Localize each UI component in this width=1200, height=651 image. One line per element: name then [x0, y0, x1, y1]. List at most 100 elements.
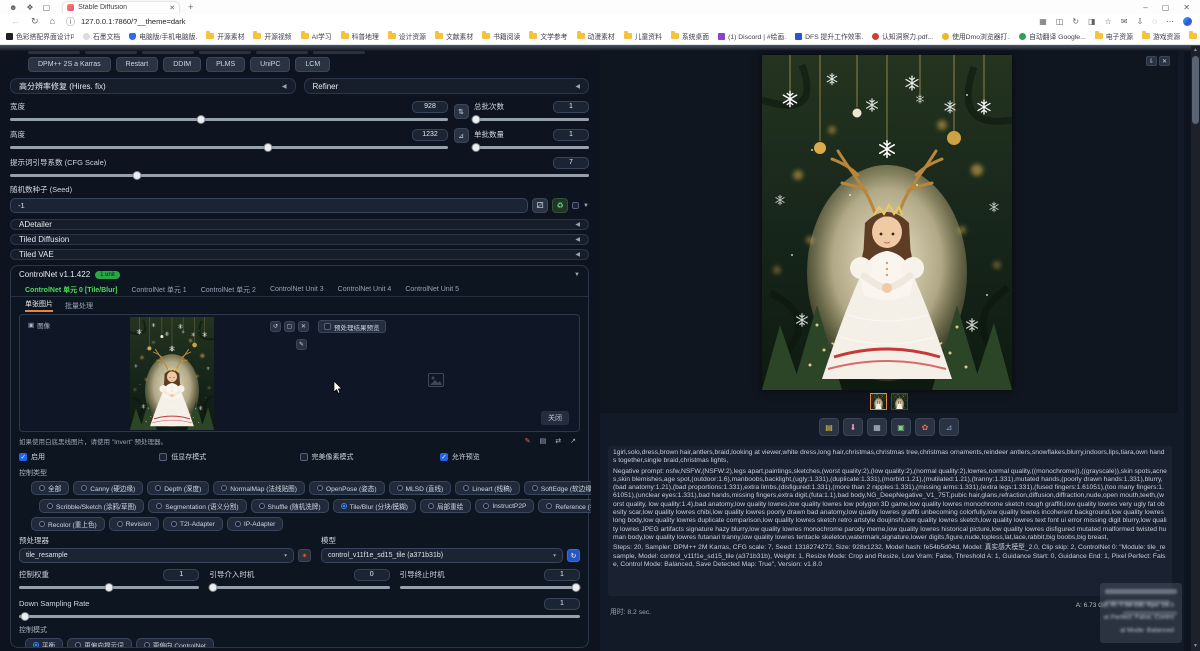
clear-image-icon[interactable]: ✕	[298, 321, 309, 332]
guidance-end-slider[interactable]	[400, 586, 580, 589]
radio-icon[interactable]	[463, 485, 469, 491]
extension-icon[interactable]: ◨	[1088, 17, 1096, 26]
open-folder-button[interactable]: ▤	[819, 418, 839, 436]
profile-icon[interactable]: ☻	[9, 3, 17, 12]
bookmark-item[interactable]: 石墨文档	[83, 31, 120, 41]
hires-fix-accordion[interactable]: 高分辨率修复 (Hires. fix) ◀	[10, 78, 296, 94]
scroll-down-icon[interactable]: ▼	[1191, 643, 1200, 649]
guidance-end-value[interactable]: 1	[544, 569, 580, 581]
reuse-seed-button[interactable]: ♻	[552, 198, 568, 213]
cfg-slider[interactable]	[10, 174, 589, 177]
sampler-button[interactable]: DDIM	[163, 57, 201, 72]
controlnet-input-image[interactable]	[130, 317, 214, 430]
tiled-diffusion-accordion[interactable]: Tiled Diffusion ◀	[10, 234, 589, 245]
control-type-option[interactable]: InstructP2P	[475, 499, 534, 513]
bookmark-item[interactable]: 设计资源	[388, 31, 426, 41]
extension-icon[interactable]: ▦	[1039, 17, 1047, 26]
option-checkbox[interactable]: 完美像素模式	[300, 451, 440, 463]
control-mode-option[interactable]: 更偏向 ControlNet	[136, 638, 214, 647]
control-mode-option[interactable]: 更偏向提示词	[67, 638, 132, 647]
bookmark-item[interactable]: 游戏资源	[1142, 31, 1180, 41]
bookmark-item[interactable]: 标题图片	[1189, 31, 1200, 41]
random-seed-button[interactable]: ⚂	[532, 198, 548, 213]
workspaces-icon[interactable]: ❖	[26, 3, 33, 12]
radio-icon[interactable]	[428, 503, 434, 509]
downsampling-value[interactable]: 1	[544, 598, 580, 610]
radio-icon[interactable]	[144, 642, 150, 647]
sampler-button[interactable]: PLMS	[206, 57, 245, 72]
control-type-option[interactable]: IP-Adapter	[227, 517, 284, 531]
swap-dimensions-button[interactable]: ⇅	[454, 104, 469, 119]
option-checkbox[interactable]: 允许预览	[440, 451, 580, 463]
control-type-option[interactable]: 全部	[31, 481, 69, 495]
controlnet-unit-tab[interactable]: ControlNet Unit 4	[338, 286, 392, 293]
run-preprocessor-button[interactable]: ✶	[298, 549, 311, 562]
controlnet-image-area[interactable]: ▣ 图像	[19, 314, 580, 432]
page-scrollbar[interactable]: ▲ ▼	[1191, 46, 1200, 651]
bookmark-item[interactable]: 文学参考	[529, 31, 567, 41]
control-weight-value[interactable]: 1	[163, 569, 199, 581]
input-mode-tab[interactable]: 单张图片	[25, 299, 53, 312]
bookmark-item[interactable]: 科普地理	[341, 31, 379, 41]
radio-icon[interactable]	[532, 485, 538, 491]
site-info-icon[interactable]: ⓘ	[66, 15, 75, 28]
address-bar[interactable]: 127.0.0.1:7860/?__theme=dark	[81, 17, 185, 26]
tiled-vae-accordion[interactable]: Tiled VAE ◀	[10, 249, 589, 260]
send-to-img2img-button[interactable]: ▣	[891, 418, 911, 436]
radio-icon[interactable]	[75, 642, 81, 647]
generated-image[interactable]	[762, 55, 1012, 390]
guidance-start-value[interactable]: 0	[354, 569, 390, 581]
scroll-up-icon[interactable]: ▲	[1191, 47, 1200, 53]
undo-icon[interactable]: ↺	[270, 321, 281, 332]
radio-icon[interactable]	[117, 521, 123, 527]
checkbox-icon[interactable]	[300, 453, 308, 461]
control-type-option[interactable]: Depth (深度)	[147, 481, 209, 495]
radio-icon[interactable]	[317, 485, 323, 491]
cfg-value[interactable]: 7	[553, 157, 589, 169]
edit-image-icon[interactable]: ✎	[296, 339, 307, 350]
control-type-option[interactable]: OpenPose (姿态)	[309, 481, 385, 495]
control-type-option[interactable]: Segmentation (语义分割)	[148, 499, 246, 513]
scrollbar-thumb[interactable]	[1192, 56, 1199, 124]
radio-icon[interactable]	[259, 503, 265, 509]
tab-close-icon[interactable]: ✕	[169, 4, 175, 12]
adetailer-accordion[interactable]: ADetailer ◀	[10, 219, 589, 230]
extension-icon[interactable]: ↻	[1072, 17, 1079, 26]
width-value[interactable]: 928	[412, 101, 448, 113]
preprocessor-preview-toggle[interactable]: 预处理结果预览	[318, 320, 386, 333]
control-type-option[interactable]: MLSD (直线)	[389, 481, 452, 495]
seed-input[interactable]: -1	[10, 198, 528, 213]
bookmark-item[interactable]: 动漫素材	[577, 31, 615, 41]
refiner-accordion[interactable]: Refiner ◀	[304, 78, 590, 94]
bookmark-item[interactable]: (1) Discord | #绘画...	[718, 31, 786, 41]
control-type-option[interactable]: Canny (硬边缘)	[73, 481, 143, 495]
swap-icon[interactable]: ⇄	[555, 437, 561, 445]
guidance-start-slider[interactable]	[209, 586, 389, 589]
send-to-extras-button[interactable]: ⊿	[939, 418, 959, 436]
bookmark-item[interactable]: 开源视频	[253, 31, 291, 41]
batch-count-value[interactable]: 1	[553, 101, 589, 113]
control-type-option[interactable]: T2I-Adapter	[163, 517, 223, 531]
radio-icon[interactable]	[171, 521, 177, 527]
batch-size-value[interactable]: 1	[553, 129, 589, 141]
extension-icon[interactable]: ⇩	[1137, 17, 1144, 26]
bookmark-item[interactable]: 系统桌面	[671, 31, 709, 41]
controlnet-unit-tab[interactable]: ControlNet 单元 1	[131, 285, 186, 295]
home-icon[interactable]: ⌂	[50, 16, 55, 26]
bookmark-item[interactable]: 儿童资料	[624, 31, 662, 41]
radio-icon[interactable]	[39, 485, 45, 491]
input-mode-tab[interactable]: 批量处理	[65, 301, 93, 311]
extension-icon[interactable]: ✉	[1121, 17, 1128, 26]
bookmark-item[interactable]: 电子资源	[1095, 31, 1133, 41]
controlnet-unit-tab[interactable]: ControlNet Unit 5	[405, 286, 459, 293]
refresh-icon[interactable]: ↻	[31, 16, 39, 27]
sampler-button[interactable]: UniPC	[250, 57, 290, 72]
browser-tab[interactable]: Stable Diffusion ✕	[62, 1, 180, 13]
bookmark-item[interactable]: 文献素材	[435, 31, 473, 41]
copilot-icon[interactable]	[1183, 17, 1192, 26]
option-checkbox[interactable]: 低显存模式	[159, 451, 299, 463]
close-preview-button[interactable]: 关闭	[541, 411, 569, 425]
height-slider[interactable]	[10, 146, 448, 149]
radio-icon[interactable]	[235, 521, 241, 527]
control-weight-slider[interactable]	[19, 586, 199, 589]
